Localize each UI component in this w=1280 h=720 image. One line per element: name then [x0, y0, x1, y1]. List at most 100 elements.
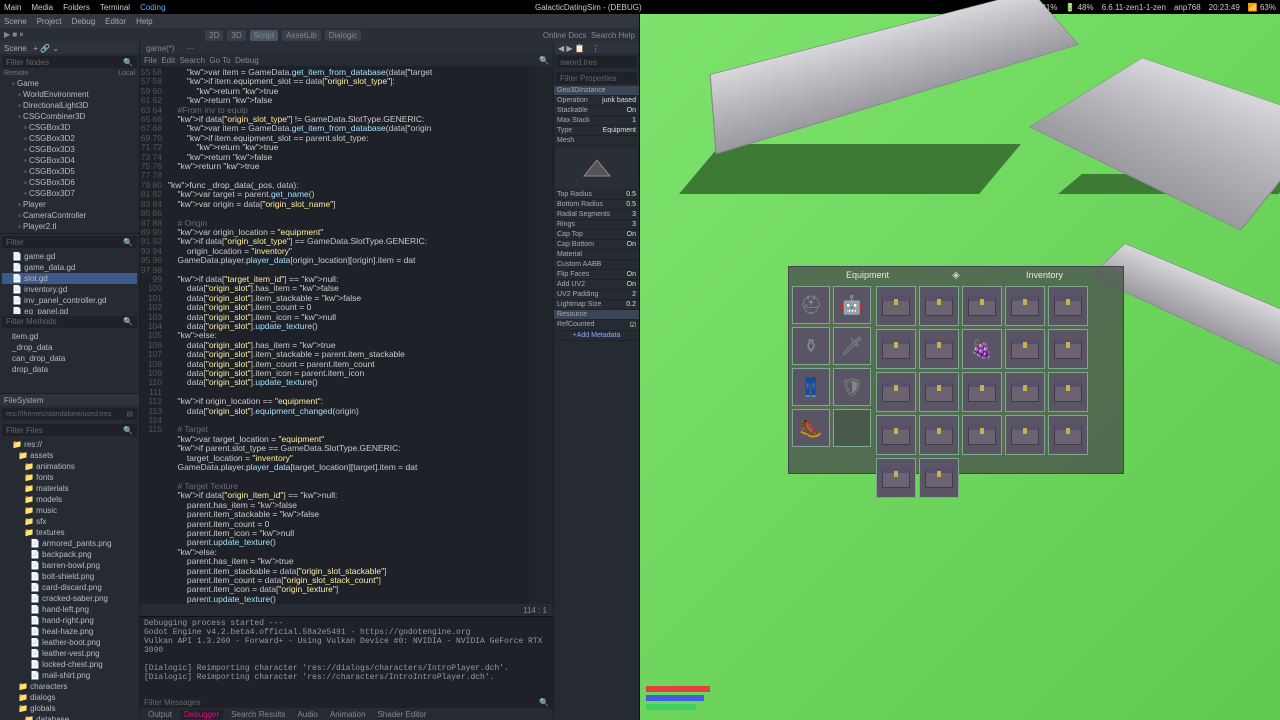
file-item[interactable]: 📄 bolt-shield.png	[2, 571, 137, 582]
editor-menu-bar[interactable]: SceneProjectDebugEditorHelp	[0, 14, 639, 28]
inspector-property[interactable]: Flip FacesOn	[554, 270, 639, 280]
inventory-slot[interactable]	[1005, 415, 1045, 455]
inventory-slot[interactable]	[876, 415, 916, 455]
method-list[interactable]: item.gd_drop_datacan_drop_datadrop_data	[0, 330, 139, 394]
fs-filter-input[interactable]: Filter Files🔍	[2, 424, 137, 436]
inventory-slot[interactable]	[1048, 372, 1088, 412]
equip-slot[interactable]: 🥾	[792, 409, 830, 447]
os-menu[interactable]: MainMediaFoldersTerminalCoding	[4, 3, 165, 12]
inspector-property[interactable]: Operationjunk based	[554, 96, 639, 106]
file-item[interactable]: 📄 barren-bowl.png	[2, 560, 137, 571]
file-item[interactable]: 📁 globals	[2, 703, 137, 714]
file-item[interactable]: 📄 heat-haze.png	[2, 626, 137, 637]
script-toolbar[interactable]: File Edit Search Go To Debug 🔍	[140, 54, 553, 66]
file-item[interactable]: 📄 leather-boot.png	[2, 637, 137, 648]
inventory-slot[interactable]	[1048, 329, 1088, 369]
filter-methods-input[interactable]: Filter Methods🔍	[2, 316, 137, 328]
file-item[interactable]: 📁 fonts	[2, 472, 137, 483]
file-item[interactable]: 📄 leather-vest.png	[2, 648, 137, 659]
inspector-property[interactable]: Material	[554, 250, 639, 260]
scene-node[interactable]: ◦ CameraController	[2, 210, 137, 221]
scene-tree[interactable]: ◦ Game◦ WorldEnvironment◦ DirectionalLig…	[0, 77, 139, 233]
equip-slot[interactable]	[833, 409, 871, 447]
inventory-grid[interactable]: 🍇	[873, 283, 1123, 501]
equip-slot[interactable]: 🗡	[833, 327, 871, 365]
help-links[interactable]: Online Docs Search Help	[543, 31, 635, 40]
inspector-object[interactable]: sword.tres	[556, 56, 637, 68]
inventory-slot[interactable]	[876, 329, 916, 369]
scene-node[interactable]: ◦ CSGBox3D7	[2, 188, 137, 199]
script-item[interactable]: 📄 inv_panel_controller.gd	[2, 295, 137, 306]
workspace-tabs[interactable]: 2D3DScriptAssetLibDialogic	[205, 30, 361, 41]
script-item[interactable]: 📄 inventory.gd	[2, 284, 137, 295]
file-item[interactable]: 📁 models	[2, 494, 137, 505]
inspector-property[interactable]: Cap TopOn	[554, 230, 639, 240]
file-item[interactable]: 📁 textures	[2, 527, 137, 538]
filter-scripts-input[interactable]: Filter🔍	[2, 236, 137, 248]
script-item[interactable]: 📄 game.gd	[2, 251, 137, 262]
inventory-slot[interactable]	[919, 415, 959, 455]
equip-slot[interactable]: 🤖	[833, 286, 871, 324]
inspector-property[interactable]: UV2 Padding2	[554, 290, 639, 300]
open-scripts-list[interactable]: 📄 game.gd📄 game_data.gd📄 slot.gd📄 invent…	[0, 250, 139, 314]
inventory-slot[interactable]	[919, 458, 959, 498]
inventory-slot[interactable]	[876, 458, 916, 498]
drag-handle-icon[interactable]: ◈	[946, 267, 966, 283]
script-item[interactable]: 📄 eq_panel.gd	[2, 306, 137, 314]
filter-messages-input[interactable]: Filter Messages🔍	[140, 696, 553, 708]
scene-node[interactable]: ◦ CSGBox3D3	[2, 144, 137, 155]
file-item[interactable]: 📄 card-discard.png	[2, 582, 137, 593]
file-item[interactable]: 📁 music	[2, 505, 137, 516]
inventory-slot[interactable]	[962, 372, 1002, 412]
scene-node[interactable]: ◦ WorldEnvironment	[2, 89, 137, 100]
file-item[interactable]: 📁 dialogs	[2, 692, 137, 703]
inventory-panel[interactable]: Equipment ◈ Inventory ⛑🤖⚱🗡👖🛡🥾 🍇	[788, 266, 1124, 474]
inventory-slot[interactable]	[1005, 372, 1045, 412]
inspector-property[interactable]: StackableOn	[554, 106, 639, 116]
inventory-slot[interactable]	[1005, 286, 1045, 326]
inventory-slot[interactable]	[919, 286, 959, 326]
scene-node[interactable]: ◦ CSGBox3D2	[2, 133, 137, 144]
inventory-slot[interactable]: 🍇	[962, 329, 1002, 369]
file-item[interactable]: 📄 hand-right.png	[2, 615, 137, 626]
mesh-preview[interactable]	[556, 148, 637, 188]
inventory-slot[interactable]	[1048, 415, 1088, 455]
equip-slot[interactable]: 👖	[792, 368, 830, 406]
scene-node[interactable]: ◦ Player	[2, 199, 137, 210]
inspector-property[interactable]: Bottom Radius0.5	[554, 200, 639, 210]
output-panel[interactable]: Debugging process started ---Godot Engin…	[140, 616, 553, 696]
inspector-property[interactable]: Max Stack1	[554, 116, 639, 126]
inspector-property[interactable]: Radial Segments3	[554, 210, 639, 220]
minimap[interactable]	[529, 66, 553, 604]
inventory-slot[interactable]	[876, 372, 916, 412]
inventory-slot[interactable]	[1048, 286, 1088, 326]
file-item[interactable]: 📁 sfx	[2, 516, 137, 527]
inventory-slot[interactable]	[962, 286, 1002, 326]
file-item[interactable]: 📁 characters	[2, 681, 137, 692]
scene-node[interactable]: ◦ DirectionalLight3D	[2, 100, 137, 111]
scene-node[interactable]: ◦ CSGBox3D6	[2, 177, 137, 188]
file-item[interactable]: 📄 backpack.png	[2, 549, 137, 560]
file-item[interactable]: 📁 assets	[2, 450, 137, 461]
equip-slot[interactable]: ⚱	[792, 327, 830, 365]
equip-slot[interactable]: ⛑	[792, 286, 830, 324]
file-item[interactable]: 📄 armored_pants.png	[2, 538, 137, 549]
scene-node[interactable]: ◦ CSGBox3D5	[2, 166, 137, 177]
file-item[interactable]: 📄 cracked-saber.png	[2, 593, 137, 604]
bottom-panel-tabs[interactable]: OutputDebuggerSearch ResultsAudioAnimati…	[140, 708, 553, 720]
file-item[interactable]: 📄 locked-chest.png	[2, 659, 137, 670]
file-item[interactable]: 📁 database	[2, 714, 137, 720]
file-item[interactable]: 📁 animations	[2, 461, 137, 472]
filter-nodes-input[interactable]: Filter Nodes🔍	[2, 56, 137, 68]
os-tray[interactable]: 🔊📶 31%🔋 48%6.6.11-zen1-1-zenanp76820:23:…	[1011, 3, 1276, 12]
inspector-property[interactable]: Custom AABB	[554, 260, 639, 270]
equip-slot[interactable]: 🛡	[833, 368, 871, 406]
inspector-filter[interactable]: Filter Properties	[556, 72, 637, 84]
run-buttons[interactable]: ▶ ■ ⏸	[4, 30, 23, 40]
scene-node[interactable]: ◦ Game	[2, 78, 137, 89]
inventory-slot[interactable]	[1005, 329, 1045, 369]
file-item[interactable]: 📁 res://	[2, 439, 137, 450]
script-tabs[interactable]: game(*)⋯	[140, 42, 553, 54]
code-editor[interactable]: 55 56 57 58 59 60 61 62 63 64 65 66 67 6…	[140, 66, 553, 604]
running-game-window[interactable]: Equipment ◈ Inventory ⛑🤖⚱🗡👖🛡🥾 🍇	[640, 14, 1280, 720]
